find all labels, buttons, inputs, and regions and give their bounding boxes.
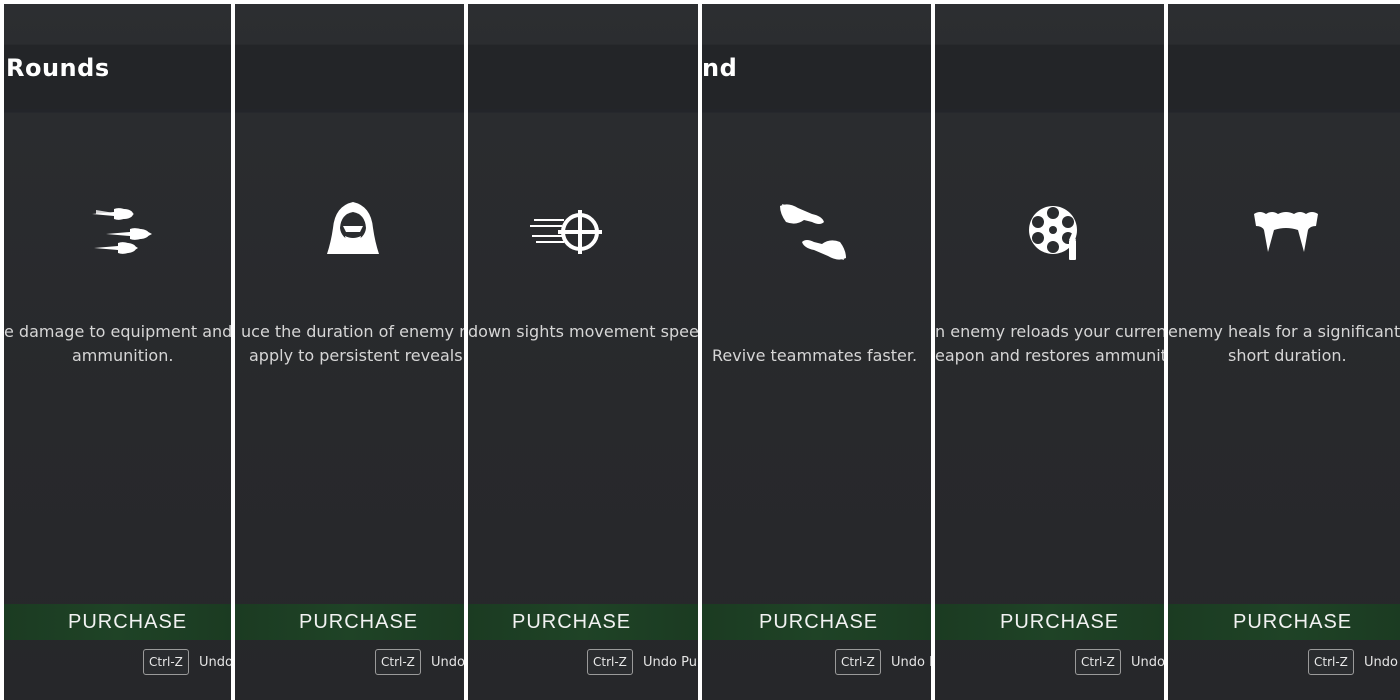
header-band: [1168, 45, 1400, 109]
perk-description: Revive teammates faster.: [702, 320, 931, 365]
perk-panel-5: n enemy reloads your current eapon and r…: [935, 4, 1164, 700]
revolver-cylinder-icon: [1017, 196, 1097, 268]
undo-label: Undo: [199, 654, 231, 670]
purchase-button[interactable]: PURCHASE: [702, 604, 931, 640]
description-line-2: apply to persistent reveals.: [249, 346, 464, 365]
purchase-button[interactable]: PURCHASE: [235, 604, 464, 640]
description-line-2: ammunition.: [72, 346, 174, 365]
perk-panel-3: down sights movement spee PURCHASE Ctrl-…: [468, 4, 698, 700]
ctrl-z-key: Ctrl-Z: [375, 649, 421, 675]
undo-label: Undo Pu: [643, 654, 697, 670]
perk-panel-2: uce the duration of enemy rev apply to p…: [235, 4, 464, 700]
description-line-1: down sights movement spee: [468, 322, 698, 341]
header-band: [935, 45, 1164, 109]
ctrl-z-key: Ctrl-Z: [835, 649, 881, 675]
speed-crosshair-icon: [528, 196, 608, 268]
perk-description: enemy heals for a significant a short du…: [1168, 320, 1400, 368]
description-line-1: n enemy reloads your current: [935, 322, 1164, 341]
undo-shortcut[interactable]: Ctrl-Z Undo: [143, 649, 231, 677]
panel-title: Rounds: [6, 54, 110, 82]
undo-label: Undo P: [891, 654, 931, 670]
purchase-button[interactable]: PURCHASE: [1168, 604, 1400, 640]
purchase-button[interactable]: PURCHASE: [935, 604, 1164, 640]
description-line-1: e damage to equipment and d: [4, 322, 231, 341]
purchase-label: PURCHASE: [1233, 611, 1353, 633]
header-band: [235, 45, 464, 109]
ctrl-z-key: Ctrl-Z: [143, 649, 189, 675]
undo-label: Undo: [1364, 654, 1399, 670]
purchase-label: PURCHASE: [299, 611, 419, 633]
purchase-label: PURCHASE: [1000, 611, 1120, 633]
triple-rounds-icon: [84, 196, 164, 268]
purchase-label: PURCHASE: [512, 611, 632, 633]
perk-description: e damage to equipment and d ammunition.: [4, 320, 231, 368]
description-line-2: eapon and restores ammuniti: [935, 346, 1164, 365]
purchase-button[interactable]: PURCHASE: [468, 604, 698, 640]
perk-panel-6: enemy heals for a significant a short du…: [1168, 4, 1400, 700]
description-line-1: uce the duration of enemy rev: [241, 322, 464, 341]
undo-shortcut[interactable]: Ctrl-Z Undo: [375, 649, 464, 677]
perk-description: n enemy reloads your current eapon and r…: [935, 320, 1164, 368]
ctrl-z-key: Ctrl-Z: [1075, 649, 1121, 675]
undo-label: Undo: [1131, 654, 1164, 670]
undo-shortcut[interactable]: Ctrl-Z Undo: [1308, 649, 1398, 677]
description-line-2: short duration.: [1228, 346, 1347, 365]
perk-panel-4: nd Revive teammates faster. PURCHASE Ctr…: [702, 4, 931, 700]
hooded-figure-icon: [313, 196, 393, 268]
undo-label: Undo: [431, 654, 464, 670]
purchase-button[interactable]: PURCHASE: [4, 604, 231, 640]
purchase-label: PURCHASE: [759, 611, 879, 633]
header-band: [468, 45, 698, 109]
helping-hands-icon: [774, 196, 854, 268]
ctrl-z-key: Ctrl-Z: [587, 649, 633, 675]
undo-shortcut[interactable]: Ctrl-Z Undo P: [835, 649, 931, 677]
fangs-icon: [1246, 196, 1326, 268]
undo-shortcut[interactable]: Ctrl-Z Undo: [1075, 649, 1164, 677]
panel-title: nd: [702, 54, 738, 82]
ctrl-z-key: Ctrl-Z: [1308, 649, 1354, 675]
description-line-1: Revive teammates faster.: [712, 346, 918, 365]
perk-description: down sights movement spee: [468, 320, 698, 344]
description-line-1: enemy heals for a significant a: [1168, 322, 1400, 341]
purchase-label: PURCHASE: [68, 611, 188, 633]
perk-description: uce the duration of enemy rev apply to p…: [235, 320, 464, 368]
perk-panel-1: Rounds e damage to equipment and d ammun…: [4, 4, 231, 700]
undo-shortcut[interactable]: Ctrl-Z Undo Pu: [587, 649, 697, 677]
